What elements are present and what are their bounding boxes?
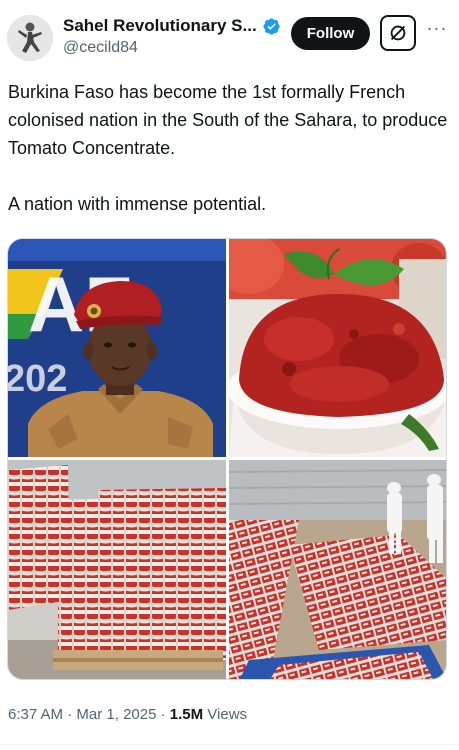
grok-icon[interactable] bbox=[380, 15, 416, 51]
tweet-date[interactable]: Mar 1, 2025 bbox=[76, 706, 156, 723]
follow-button[interactable]: Follow bbox=[291, 17, 370, 50]
tweet-time[interactable]: 6:37 AM bbox=[8, 706, 63, 723]
more-dots-icon[interactable]: ··· bbox=[425, 19, 449, 42]
photo-soldier[interactable]: AF 202 bbox=[8, 239, 226, 457]
tweet-paragraph: Burkina Faso has become the 1st formally… bbox=[8, 82, 448, 158]
tweet-header: Sahel Revolutionary S... @cecild84 Follo… bbox=[0, 0, 459, 72]
meta-separator: · bbox=[156, 706, 170, 723]
media-grid: AF 202 bbox=[7, 238, 447, 680]
meta-separator: · bbox=[63, 706, 77, 723]
avatar-image bbox=[7, 15, 53, 61]
tweet-meta: 6:37 AM · Mar 1, 2025 · 1.5M Views bbox=[8, 706, 247, 723]
verified-badge-icon[interactable] bbox=[262, 17, 281, 36]
views-label: Views bbox=[203, 706, 248, 723]
photo-factory-sachets[interactable] bbox=[229, 460, 446, 679]
author-avatar[interactable] bbox=[7, 15, 53, 61]
author-name-row: Sahel Revolutionary S... bbox=[63, 16, 281, 36]
divider bbox=[0, 744, 459, 745]
photo-tomato-paste-bowl[interactable] bbox=[229, 239, 446, 457]
views-count: 1.5M bbox=[169, 706, 204, 723]
author-display-name[interactable]: Sahel Revolutionary S... bbox=[63, 16, 257, 36]
tweet-paragraph: A nation with immense potential. bbox=[8, 194, 267, 214]
author-handle[interactable]: @cecild84 bbox=[63, 39, 138, 57]
photo-cans-stack[interactable] bbox=[8, 460, 226, 679]
tweet-text: Burkina Faso has become the 1st formally… bbox=[8, 78, 453, 218]
banner-year-text: 202 bbox=[8, 358, 67, 400]
